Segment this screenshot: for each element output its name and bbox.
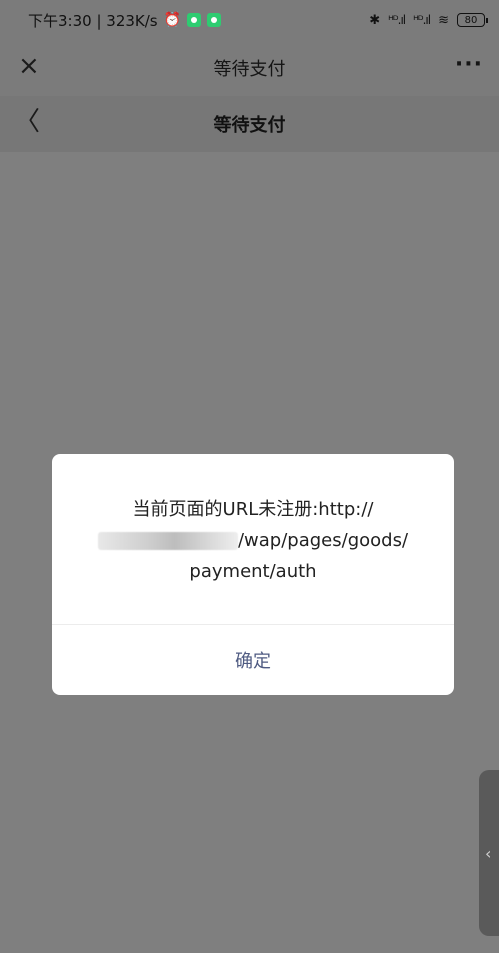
battery-icon: 80 bbox=[457, 13, 488, 27]
back-icon[interactable]: 〈 bbox=[14, 108, 40, 136]
page-title: 等待支付 bbox=[213, 115, 286, 136]
ok-button[interactable]: 确定 bbox=[52, 625, 454, 695]
screen: 下午3:30 | 323K/s ⏰ ✱ ᴴᴰ.ıl ᴴᴰ.ıl ≋ 80 × 等… bbox=[0, 0, 499, 953]
dialog-message-line3: payment/auth bbox=[189, 561, 317, 582]
notification-app-icon bbox=[187, 13, 202, 27]
outer-page-title: 等待支付 bbox=[213, 59, 286, 80]
dialog-message-line2: /wap/pages/goods/ bbox=[80, 525, 426, 556]
redacted-domain bbox=[97, 532, 238, 550]
close-icon[interactable]: × bbox=[18, 53, 42, 79]
status-right: ✱ ᴴᴰ.ıl ᴴᴰ.ıl ≋ 80 bbox=[369, 12, 488, 28]
outer-title-bar: × 等待支付 ··· bbox=[0, 40, 499, 96]
signal-icon-1: ᴴᴰ.ıl bbox=[388, 13, 406, 27]
status-left: 下午3:30 | 323K/s ⏰ bbox=[28, 10, 222, 31]
side-panel-handle[interactable]: ‹ bbox=[479, 770, 499, 936]
signal-icon-2: ᴴᴰ.ıl bbox=[413, 13, 431, 27]
dialog-message-line2-suffix: /wap/pages/goods/ bbox=[237, 530, 409, 551]
wechat-icon bbox=[207, 13, 222, 27]
alarm-clock-icon: ⏰ bbox=[163, 12, 182, 28]
wifi-icon: ≋ bbox=[438, 12, 449, 28]
bluetooth-icon: ✱ bbox=[369, 12, 381, 28]
inner-nav-bar: 〈 等待支付 bbox=[0, 96, 499, 152]
status-time-speed: 下午3:30 | 323K/s bbox=[28, 11, 158, 30]
dialog-message: 当前页面的URL未注册:http:// /wap/pages/goods/ pa… bbox=[52, 494, 454, 587]
url-error-dialog: 当前页面的URL未注册:http:// /wap/pages/goods/ pa… bbox=[52, 454, 454, 695]
dialog-message-line1: 当前页面的URL未注册:http:// bbox=[132, 499, 374, 520]
chevron-left-icon: ‹ bbox=[485, 843, 492, 863]
more-icon[interactable]: ··· bbox=[455, 52, 483, 77]
status-bar: 下午3:30 | 323K/s ⏰ ✱ ᴴᴰ.ıl ᴴᴰ.ıl ≋ 80 bbox=[0, 0, 499, 40]
